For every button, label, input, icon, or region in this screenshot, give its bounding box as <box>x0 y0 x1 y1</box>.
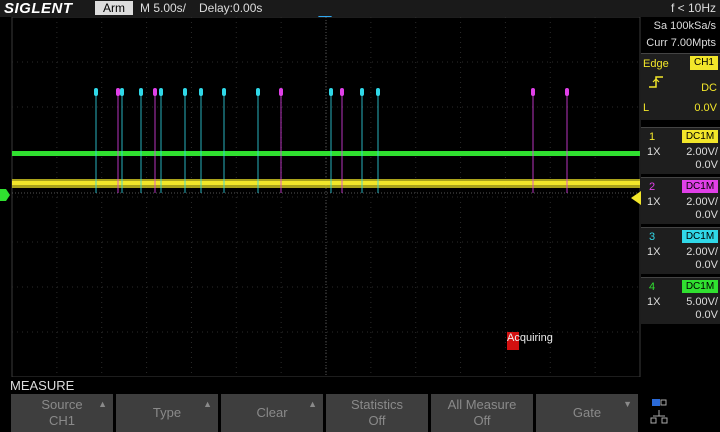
channel-scale: 2.00V/ <box>686 196 718 208</box>
softkey-3[interactable]: Clear ▲ <box>221 394 323 432</box>
sample-rate: Sa 100kSa/s <box>653 20 716 32</box>
softkey-label: Statistics <box>350 397 403 412</box>
pulse-trace <box>532 95 534 193</box>
pulse-trace <box>330 95 332 193</box>
trigger-type: Edge <box>643 58 669 70</box>
network-icon <box>650 399 668 424</box>
channel-scale: 2.00V/ <box>686 146 718 158</box>
channel-offset: 0.0V <box>695 259 718 271</box>
channel-probe: 1X <box>647 146 661 158</box>
trigger-level-icon <box>631 191 641 205</box>
channel-coupling: DC1M <box>682 230 718 243</box>
channel-probe: 1X <box>647 196 661 208</box>
pulse-trace <box>341 95 343 193</box>
pulse-peak <box>120 88 124 96</box>
pulse-peak <box>159 88 163 96</box>
softkey-5[interactable]: All Measure Off <box>431 394 533 432</box>
pulse-trace <box>121 95 123 193</box>
softkey-value: Off <box>368 413 386 428</box>
channel-offset: 0.0V <box>695 209 718 221</box>
channel-1-panel[interactable]: 1 DC1M 1X 2.00V/0.0V <box>641 127 720 174</box>
pulse-trace <box>257 95 259 193</box>
softkey-arrow-icon: ▲ <box>98 399 107 409</box>
pulse-peak <box>199 88 203 96</box>
trigger-coupling: DC <box>701 82 717 94</box>
pulse-trace <box>117 95 119 193</box>
pulse-peak <box>94 88 98 96</box>
channel-number: 3 <box>649 231 656 243</box>
timebase-readout: M 5.00s/ <box>140 1 187 15</box>
pulse-peak <box>279 88 283 96</box>
pulse-trace <box>361 95 363 193</box>
softkey-arrow-icon: ▲ <box>308 399 317 409</box>
softkey-arrow-icon: ▲ <box>203 399 212 409</box>
pulse-peak <box>222 88 226 96</box>
trigger-source: CH1 <box>690 56 718 70</box>
channel-2-panel[interactable]: 2 DC1M 1X 2.00V/0.0V <box>641 177 720 224</box>
trigger-level: 0.0V <box>694 102 717 114</box>
pulse-peak <box>256 88 260 96</box>
rising-edge-icon <box>649 76 663 88</box>
softkey-4[interactable]: Statistics Off <box>326 394 428 432</box>
channel-offset: 0.0V <box>695 309 718 321</box>
pulse-peak <box>531 88 535 96</box>
pulse-trace <box>160 95 162 193</box>
channel-number: 2 <box>649 181 656 193</box>
channel-offset: 0.0V <box>695 159 718 171</box>
frequency-readout: f < 10Hz <box>670 1 716 15</box>
pulse-trace <box>184 95 186 193</box>
trigger-panel[interactable]: Edge CH1 DC L 0.0V <box>641 53 720 120</box>
softkey-value: Off <box>473 413 491 428</box>
softkey-2[interactable]: Type ▲ <box>116 394 218 432</box>
softkey-1[interactable]: Source CH1 ▲ <box>11 394 113 432</box>
channel-probe: 1X <box>647 246 661 258</box>
pulse-peak <box>360 88 364 96</box>
softkey-6[interactable]: Gate ▼ <box>536 394 638 432</box>
channel-coupling: DC1M <box>682 130 718 143</box>
channel-4-panel[interactable]: 4 DC1M 1X 5.00V/0.0V <box>641 277 720 324</box>
trigger-level-label: L <box>643 102 650 114</box>
pulse-trace <box>200 95 202 193</box>
channel-3-panel[interactable]: 3 DC1M 1X 2.00V/0.0V <box>641 227 720 274</box>
status-message: Acquiring <box>507 332 553 344</box>
softkey-arrow-icon: ▼ <box>623 399 632 409</box>
pulse-trace <box>280 95 282 193</box>
pulse-trace <box>140 95 142 193</box>
menu-title: MEASURE <box>10 378 75 393</box>
right-info-panel: Sa 100kSa/s Curr 7.00Mpts Edge CH1 DC L … <box>641 17 720 377</box>
pulse-peak <box>183 88 187 96</box>
memory-depth: Curr 7.00Mpts <box>646 37 716 49</box>
pulse-trace <box>377 95 379 193</box>
channel-scale: 5.00V/ <box>686 296 718 308</box>
pulse-trace <box>95 95 97 193</box>
pulse-peak <box>565 88 569 96</box>
softkey-value: CH1 <box>48 413 75 428</box>
pulse-peak <box>376 88 380 96</box>
ch4-trace <box>12 151 640 156</box>
trigger-status: Arm <box>95 1 133 15</box>
channel-coupling: DC1M <box>682 180 718 193</box>
pulse-trace <box>566 95 568 193</box>
channel-coupling: DC1M <box>682 280 718 293</box>
softkey-label: All Measure <box>447 397 517 412</box>
pulse-trace <box>223 95 225 193</box>
pulse-peak <box>139 88 143 96</box>
pulse-peak <box>340 88 344 96</box>
channel-number: 4 <box>649 281 656 293</box>
pulse-peak <box>116 88 120 96</box>
channel-scale: 2.00V/ <box>686 246 718 258</box>
pulse-peak <box>153 88 157 96</box>
delay-readout: Delay:0.00s <box>199 1 263 15</box>
waveform-display[interactable] <box>0 17 641 377</box>
channel-number: 1 <box>649 131 656 143</box>
channel-probe: 1X <box>647 296 661 308</box>
ch-ground-marker-icon <box>0 189 10 201</box>
pulse-trace <box>154 95 156 193</box>
brand-logo: SIGLENT <box>4 0 73 17</box>
pulse-peak <box>329 88 333 96</box>
